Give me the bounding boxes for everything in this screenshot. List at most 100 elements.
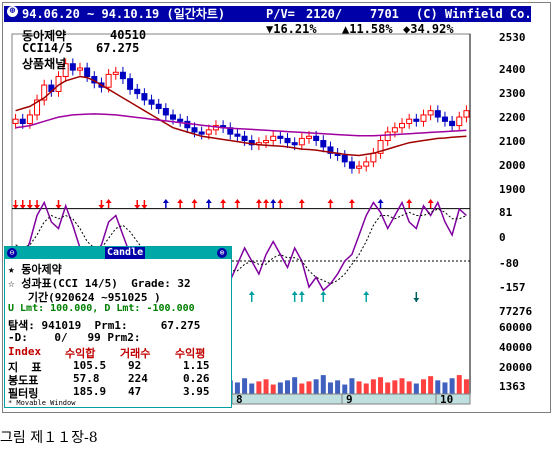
volume-bar [277, 382, 283, 394]
net-percent: ◆34.92% [403, 22, 454, 36]
cci-tick-label: 81 [499, 206, 513, 219]
candle-body [141, 93, 148, 101]
candle-performance-window[interactable]: ⊖ Candle ⊕ ★ 동아제약 ☆ 성과표(CCI 14/5) Grade:… [4, 246, 232, 408]
signal-arrow-head [191, 199, 198, 203]
volume-bar [370, 379, 376, 394]
candle-body [76, 67, 83, 71]
price-tick-label: 2530 [499, 31, 526, 44]
cci-arrow-head [291, 291, 298, 295]
candle-body [413, 118, 420, 122]
cci-arrow-head [320, 291, 327, 295]
signal-arrow-head [263, 199, 270, 203]
candle-body [177, 118, 184, 122]
signal-arrow-head [406, 199, 413, 203]
table-cell: 3.95 [183, 385, 210, 398]
candle-body [313, 135, 320, 142]
panel-menu-icon[interactable]: ⊖ [7, 248, 17, 258]
candle-body [341, 154, 348, 163]
volume-tick-label: 20000 [499, 361, 533, 374]
volume-bar [292, 377, 298, 394]
candle-body [463, 110, 470, 118]
volume-bar [420, 379, 426, 394]
panel-titlebar[interactable]: ⊖ Candle ⊕ [5, 247, 231, 259]
candle-body [19, 118, 26, 124]
table-cell: 105.5 [73, 359, 107, 372]
table-cell: 1.15 [183, 359, 210, 372]
figure-caption: 그림 제１１장-8 [0, 430, 98, 446]
volume-bar [249, 383, 255, 394]
volume-bar [385, 382, 391, 394]
signal-arrow-head [377, 199, 384, 203]
candle-body [162, 108, 169, 116]
price-tick-label: 1900 [499, 183, 526, 196]
moving-average-short [15, 75, 467, 157]
candle-body [105, 73, 112, 88]
table-header-cell: Index [8, 345, 42, 358]
down-percent: ▼16.21% [266, 22, 317, 36]
pv-label: P/V= [266, 7, 295, 21]
candle-body [26, 114, 33, 124]
volume-bar [327, 382, 333, 394]
volume-bar [413, 383, 419, 394]
signal-arrow-head [177, 199, 184, 203]
volume-bar [299, 383, 305, 394]
volume-bar [435, 380, 441, 394]
panel-close-icon[interactable]: ⊕ [217, 248, 227, 258]
cci-arrow-head [363, 291, 370, 295]
candle-body [348, 161, 355, 169]
candle-body [291, 142, 298, 146]
candle-body [127, 78, 134, 90]
cci-tick-label: -157 [499, 281, 526, 294]
volume-bar [392, 380, 398, 394]
volume-tick-label: 60000 [499, 321, 533, 334]
volume-bar [428, 376, 434, 394]
signal-arrow-head [270, 199, 277, 203]
x-tick-label: 9 [346, 393, 353, 406]
volume-bar [320, 375, 326, 394]
signal-arrow-head [255, 199, 262, 203]
candle-body [434, 110, 441, 118]
volume-bar [285, 380, 291, 394]
volume-bar [349, 378, 355, 394]
panel-limits-line: U Lmt: 100.000, D Lmt: -100.000 [8, 303, 195, 314]
signal-arrow-head [220, 199, 227, 203]
candle-body [420, 114, 427, 122]
signal-arrow-head [298, 199, 305, 203]
volume-tick-label: 77276 [499, 305, 533, 318]
volume-bar [242, 378, 248, 394]
title-bar: ⊕ 94.06.20 ~ 94.10.19 (일간차트) P/V= 2120/ … [4, 6, 532, 22]
volume-bar [463, 379, 469, 394]
price-tick-label: 2400 [499, 63, 526, 76]
volume-bar [363, 383, 369, 394]
volume-tick-label: 1363 [499, 380, 526, 393]
cci-arrow-head [298, 291, 305, 295]
candle-body [277, 135, 284, 139]
copyright: (C) Winfield Co. [416, 7, 532, 21]
table-cell: 92 [128, 359, 142, 372]
signal-arrow-head [348, 199, 355, 203]
volume-bar [449, 378, 455, 394]
price-tick-label: 2300 [499, 87, 526, 100]
candle-body [69, 63, 76, 71]
volume-bar [313, 379, 319, 394]
cci-arrow-head [413, 298, 420, 302]
channel-label: 상품채널 [22, 57, 67, 71]
pv-value: 2120/ [306, 7, 343, 21]
up-percent: ▲11.58% [342, 22, 393, 36]
table-cell: 185.9 [73, 385, 107, 398]
volume-bar [306, 381, 312, 394]
volume-tick-label: 40000 [499, 341, 533, 354]
moving-average-long [15, 113, 467, 137]
signal-arrow-head [234, 199, 241, 203]
window-system-icon[interactable]: ⊕ [7, 6, 18, 17]
volume-bar [256, 381, 262, 394]
stock-value: 40510 [110, 28, 147, 42]
volume-bar [399, 378, 405, 394]
candle-body [284, 137, 291, 144]
candle-body [84, 67, 91, 78]
candle-body [384, 131, 391, 142]
candle-body [370, 152, 377, 163]
candle-body [198, 131, 205, 135]
candle-body [155, 103, 162, 110]
candle-body [241, 135, 248, 142]
